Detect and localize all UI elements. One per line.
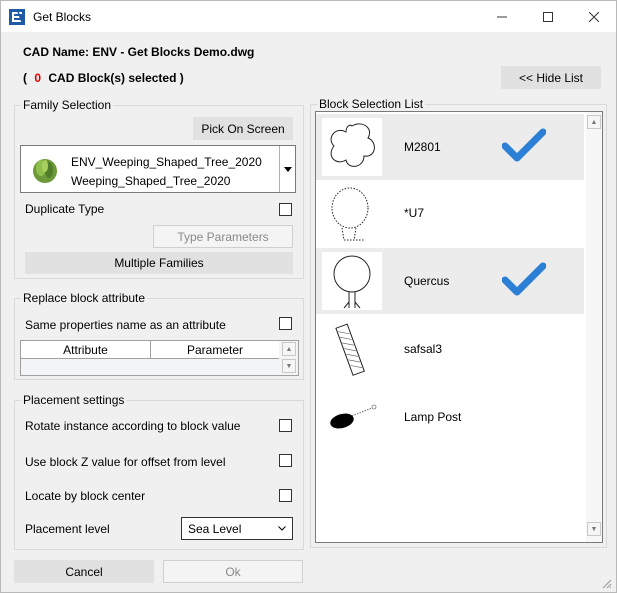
family-name: ENV_Weeping_Shaped_Tree_2020	[71, 155, 262, 169]
app-logo-icon	[9, 9, 25, 25]
multiple-families-button[interactable]: Multiple Families	[25, 252, 293, 274]
family-type-dropdown[interactable]: ENV_Weeping_Shaped_Tree_2020 Weeping_Sha…	[20, 145, 296, 193]
block-preview-hatched-icon	[322, 320, 382, 378]
hide-list-button[interactable]: << Hide List	[501, 66, 601, 89]
block-name: M2801	[404, 140, 441, 154]
placement-level-label: Placement level	[25, 522, 110, 536]
block-name: safsal3	[404, 342, 443, 356]
rotate-instance-label: Rotate instance according to block value	[25, 419, 241, 433]
dropdown-arrow-button[interactable]	[279, 146, 296, 192]
block-preview-flower-icon	[322, 118, 382, 176]
cancel-button[interactable]: Cancel	[14, 560, 154, 583]
get-blocks-dialog: Get Blocks CAD Name: ENV - Get Blocks De…	[0, 0, 617, 593]
minimize-icon	[497, 16, 507, 17]
ok-button[interactable]: Ok	[163, 560, 303, 583]
scroll-down-button[interactable]: ▼	[587, 522, 601, 536]
z-offset-label: Use block Z value for offset from level	[25, 455, 226, 469]
maximize-button[interactable]	[525, 1, 571, 32]
duplicate-type-checkbox[interactable]	[279, 203, 292, 216]
type-parameters-button[interactable]: Type Parameters	[153, 225, 293, 248]
type-name: Weeping_Shaped_Tree_2020	[71, 174, 231, 188]
locate-center-checkbox[interactable]	[279, 489, 292, 502]
column-header-parameter[interactable]: Parameter	[151, 341, 279, 359]
pick-on-screen-button[interactable]: Pick On Screen	[193, 117, 293, 140]
block-preview-tree-icon	[322, 184, 382, 242]
scroll-up-button[interactable]: ▲	[587, 115, 601, 129]
block-list-scrollbar[interactable]: ▲ ▼	[586, 112, 602, 542]
cad-name-label: CAD Name: ENV - Get Blocks Demo.dwg	[23, 45, 255, 59]
block-selection-legend: Block Selection List	[317, 97, 426, 111]
resize-grip-icon[interactable]	[600, 577, 612, 589]
selection-count: 0	[34, 71, 42, 85]
selection-count-line: ( 0 CAD Block(s) selected )	[23, 71, 184, 85]
selection-prefix: (	[23, 71, 27, 85]
placement-level-value: Sea Level	[188, 522, 242, 536]
placement-settings-legend: Placement settings	[21, 393, 127, 407]
table-scroll-down-button[interactable]: ▼	[282, 359, 296, 373]
block-list-item[interactable]: Lamp Post	[316, 384, 584, 450]
block-preview-tree-icon	[322, 252, 382, 310]
block-name: Quercus	[404, 274, 450, 288]
table-scroll-up-button[interactable]: ▲	[282, 342, 296, 356]
title-bar: Get Blocks	[1, 1, 616, 32]
block-name: Lamp Post	[404, 410, 462, 424]
duplicate-type-label: Duplicate Type	[25, 202, 105, 216]
selected-check-icon	[502, 128, 546, 162]
z-offset-checkbox[interactable]	[279, 454, 292, 467]
caret-down-icon	[284, 166, 292, 172]
block-list-item[interactable]: *U7	[316, 180, 584, 246]
close-button[interactable]	[571, 1, 617, 32]
maximize-icon	[543, 11, 553, 22]
placement-level-select[interactable]: Sea Level	[181, 517, 293, 540]
same-properties-label: Same properties name as an attribute	[25, 318, 226, 332]
locate-center-label: Locate by block center	[25, 489, 146, 503]
minimize-button[interactable]	[479, 1, 525, 32]
same-properties-checkbox[interactable]	[279, 317, 292, 330]
block-list-item[interactable]: Quercus	[316, 248, 584, 314]
replace-attribute-legend: Replace block attribute	[21, 291, 148, 305]
selected-check-icon	[502, 262, 546, 296]
chevron-down-icon	[278, 526, 286, 531]
tree-family-icon	[33, 159, 57, 183]
block-list-item[interactable]: M2801	[316, 114, 584, 180]
block-list-item[interactable]: safsal3	[316, 316, 584, 382]
family-selection-legend: Family Selection	[21, 98, 114, 112]
attribute-parameter-table[interactable]: Attribute Parameter ▲ ▼	[20, 340, 299, 376]
window-title: Get Blocks	[33, 10, 92, 24]
close-icon	[589, 11, 599, 22]
rotate-instance-checkbox[interactable]	[279, 419, 292, 432]
block-list[interactable]: M2801 *U7 Quercus safsal3 Lamp Post ▲ ▼	[315, 111, 603, 543]
selection-suffix: CAD Block(s) selected )	[48, 71, 184, 85]
block-preview-lamp-icon	[322, 388, 382, 446]
block-name: *U7	[404, 206, 425, 220]
column-header-attribute[interactable]: Attribute	[21, 341, 151, 359]
